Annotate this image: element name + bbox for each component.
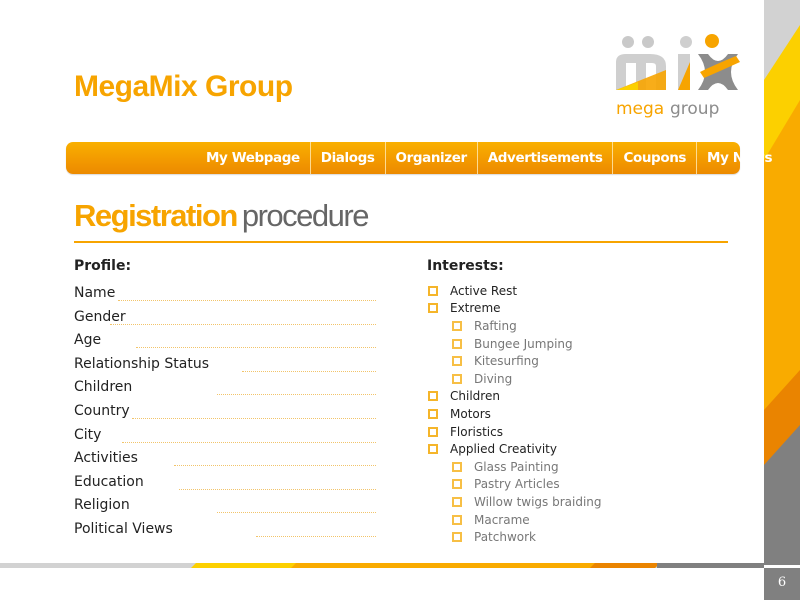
profile-row-activities: Activities <box>74 449 376 473</box>
interest-label: Patchwork <box>474 530 536 545</box>
interest-glass-painting[interactable]: Glass Painting <box>428 458 728 476</box>
field-label: Political Views <box>74 520 173 537</box>
field-label: Name <box>74 285 116 301</box>
checkbox-icon[interactable] <box>452 479 462 490</box>
checkbox-icon[interactable] <box>452 461 462 472</box>
decorative-bottom-line <box>0 563 764 568</box>
interest-label: Rafting <box>474 318 517 333</box>
profile-row-city: City <box>74 426 376 450</box>
logo-tagline-accent: mega <box>616 99 664 119</box>
checkbox-icon[interactable] <box>428 426 438 437</box>
mix-people-logo-icon: mega group <box>616 34 740 119</box>
interest-label: Willow twigs braiding <box>474 494 602 509</box>
logo-tagline-rest: group <box>670 99 719 119</box>
profile-row-relationship-status: Relationship Status <box>74 355 376 379</box>
children-field[interactable] <box>217 393 376 396</box>
page-title-strong: Registration <box>74 198 238 233</box>
interest-children[interactable]: Children <box>428 388 728 406</box>
profile-row-name: Name <box>74 284 376 308</box>
field-label: Religion <box>74 497 130 514</box>
political-views-field[interactable] <box>256 535 376 537</box>
religion-field[interactable] <box>217 511 376 514</box>
title-divider <box>74 241 728 243</box>
interest-label: Diving <box>474 371 513 386</box>
interest-label: Macrame <box>474 512 530 527</box>
interest-rafting[interactable]: Rafting <box>428 317 728 335</box>
interest-label: Applied Creativity <box>450 442 557 457</box>
gender-field[interactable] <box>110 323 376 325</box>
interest-floristics[interactable]: Floristics <box>428 423 728 441</box>
interest-label: Pastry Articles <box>474 477 560 492</box>
country-field[interactable] <box>132 417 376 419</box>
page-title: Registration procedure <box>74 198 370 234</box>
interest-motors[interactable]: Motors <box>428 405 728 423</box>
decorative-side-strip <box>764 0 800 565</box>
profile-form: Name Gender Age Relationship Status Chil… <box>74 284 376 544</box>
interest-extreme[interactable]: Extreme <box>428 300 728 318</box>
field-label: Activities <box>74 450 138 467</box>
interest-bungee-jumping[interactable]: Bungee Jumping <box>428 335 728 353</box>
profile-row-age: Age <box>74 331 376 355</box>
brand-title: MegaMix Group <box>74 70 293 103</box>
main-navigation: My Webpage Dialogs Organizer Advertiseme… <box>66 142 773 174</box>
interest-pastry-articles[interactable]: Pastry Articles <box>428 476 728 494</box>
checkbox-icon[interactable] <box>452 532 462 543</box>
field-label: Relationship Status <box>74 355 210 372</box>
profile-row-country: Country <box>74 402 376 426</box>
page-title-light: procedure <box>241 198 370 233</box>
city-field[interactable] <box>122 441 376 443</box>
checkbox-icon[interactable] <box>428 285 438 296</box>
age-field[interactable] <box>136 346 376 349</box>
field-label: Age <box>74 332 102 349</box>
nav-item-my-webpage[interactable]: My Webpage <box>196 142 311 174</box>
profile-row-political-views: Political Views <box>74 520 376 544</box>
profile-row-education: Education <box>74 473 376 497</box>
interest-label: Motors <box>450 406 491 421</box>
interest-willow-twigs-braiding[interactable]: Willow twigs braiding <box>428 493 728 511</box>
education-field[interactable] <box>179 488 376 490</box>
interest-label: Children <box>450 389 500 404</box>
profile-row-gender: Gender <box>74 308 376 332</box>
field-label: City <box>74 426 102 443</box>
profile-row-religion: Religion <box>74 496 376 520</box>
checkbox-icon[interactable] <box>452 356 462 367</box>
interest-label: Glass Painting <box>474 459 559 474</box>
interest-kitesurfing[interactable]: Kitesurfing <box>428 352 728 370</box>
interest-label: Bungee Jumping <box>474 336 573 351</box>
interests-heading: Interests: <box>427 258 504 274</box>
checkbox-icon[interactable] <box>428 444 438 455</box>
interest-macrame[interactable]: Macrame <box>428 511 728 529</box>
interest-label: Extreme <box>450 301 501 316</box>
field-label: Education <box>74 473 144 490</box>
relationship-status-field[interactable] <box>242 370 376 372</box>
checkbox-icon[interactable] <box>452 338 462 349</box>
interests-checklist: Active Rest Extreme Rafting Bungee Jumpi… <box>428 282 728 546</box>
profile-heading: Profile: <box>74 258 132 274</box>
checkbox-icon[interactable] <box>452 514 462 525</box>
nav-item-coupons[interactable]: Coupons <box>613 142 698 174</box>
interest-label: Floristics <box>450 424 503 439</box>
nav-item-organizer[interactable]: Organizer <box>386 142 478 174</box>
checkbox-icon[interactable] <box>428 408 438 419</box>
profile-row-children: Children <box>74 378 376 402</box>
interest-diving[interactable]: Diving <box>428 370 728 388</box>
interest-active-rest[interactable]: Active Rest <box>428 282 728 300</box>
field-label: Country <box>74 402 130 419</box>
interest-patchwork[interactable]: Patchwork <box>428 528 728 546</box>
checkbox-icon[interactable] <box>428 303 438 314</box>
page-number: 6 <box>764 568 800 600</box>
checkbox-icon[interactable] <box>452 496 462 507</box>
interest-applied-creativity[interactable]: Applied Creativity <box>428 440 728 458</box>
checkbox-icon[interactable] <box>452 320 462 331</box>
nav-item-dialogs[interactable]: Dialogs <box>311 142 386 174</box>
name-field[interactable] <box>118 299 376 301</box>
interest-label: Active Rest <box>450 283 518 298</box>
activities-field[interactable] <box>174 464 376 467</box>
nav-item-my-news[interactable]: My News <box>697 142 782 174</box>
interest-label: Kitesurfing <box>474 354 539 369</box>
field-label: Children <box>74 379 133 396</box>
checkbox-icon[interactable] <box>452 373 462 384</box>
nav-item-advertisements[interactable]: Advertisements <box>478 142 614 174</box>
checkbox-icon[interactable] <box>428 391 438 402</box>
